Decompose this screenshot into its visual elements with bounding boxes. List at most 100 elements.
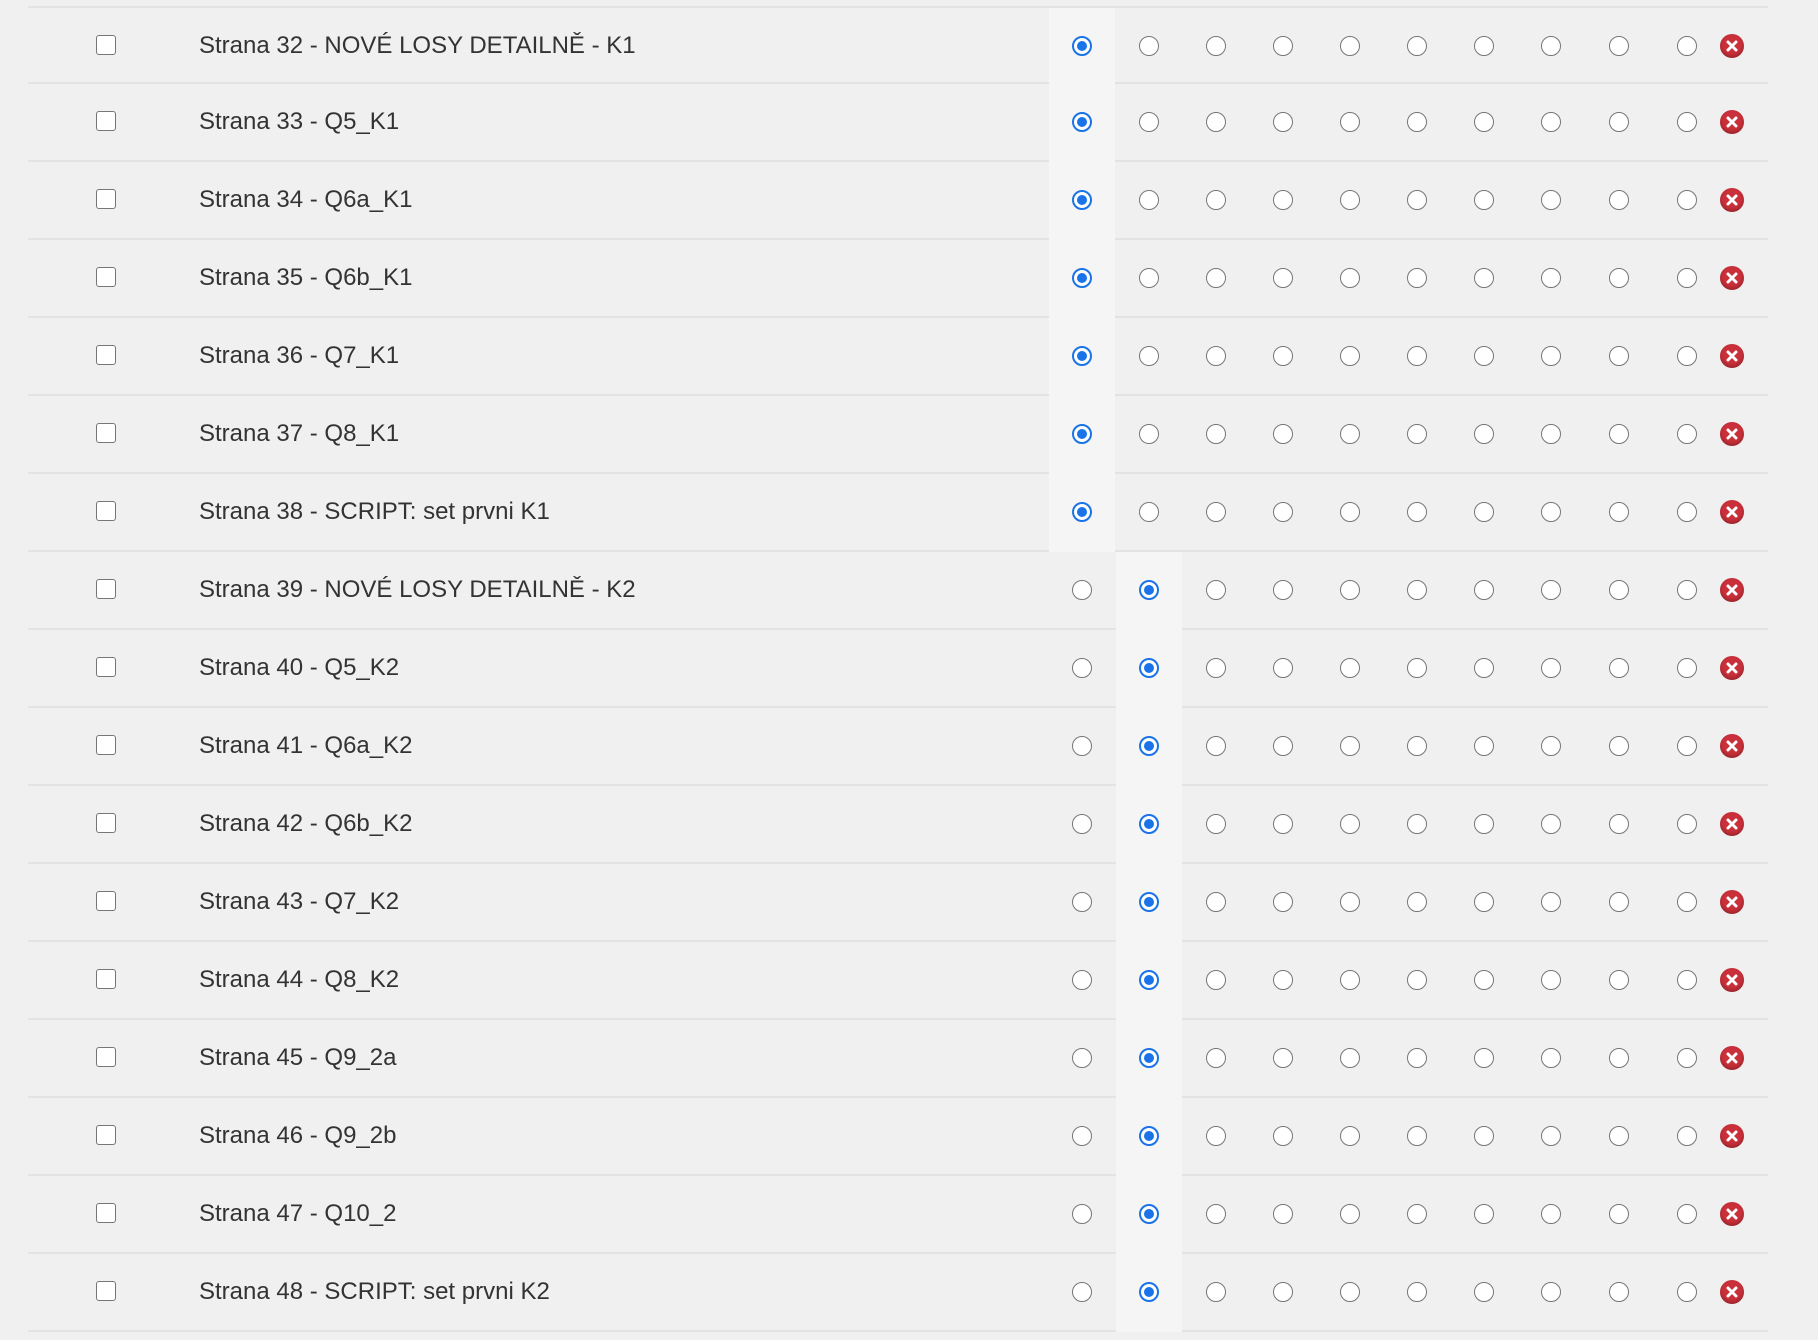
group-radio-2[interactable] [1139,346,1159,366]
group-radio-8[interactable] [1541,736,1561,756]
group-radio-9[interactable] [1609,1204,1629,1224]
group-radio-9[interactable] [1609,1048,1629,1068]
group-radio-7[interactable] [1474,36,1494,56]
group-radio-4[interactable] [1273,970,1293,990]
group-radio-4[interactable] [1273,1048,1293,1068]
group-radio-7[interactable] [1474,892,1494,912]
group-radio-4[interactable] [1273,580,1293,600]
group-radio-4[interactable] [1273,424,1293,444]
group-radio-2[interactable] [1139,36,1159,56]
group-radio-2[interactable] [1139,502,1159,522]
group-radio-6[interactable] [1407,1204,1427,1224]
group-radio-4[interactable] [1273,892,1293,912]
group-radio-3[interactable] [1206,970,1226,990]
group-radio-10[interactable] [1677,36,1697,56]
row-checkbox[interactable] [96,1047,116,1067]
group-radio-4[interactable] [1273,658,1293,678]
group-radio-6[interactable] [1407,1126,1427,1146]
group-radio-2[interactable] [1139,424,1159,444]
group-radio-1[interactable] [1072,346,1092,366]
group-radio-7[interactable] [1474,814,1494,834]
group-radio-1[interactable] [1072,658,1092,678]
delete-icon[interactable] [1720,266,1744,290]
delete-icon[interactable] [1720,34,1744,58]
group-radio-3[interactable] [1206,580,1226,600]
group-radio-10[interactable] [1677,346,1697,366]
group-radio-6[interactable] [1407,970,1427,990]
group-radio-5[interactable] [1340,1204,1360,1224]
group-radio-9[interactable] [1609,112,1629,132]
group-radio-6[interactable] [1407,346,1427,366]
group-radio-8[interactable] [1541,892,1561,912]
group-radio-10[interactable] [1677,970,1697,990]
group-radio-6[interactable] [1407,268,1427,288]
group-radio-8[interactable] [1541,36,1561,56]
group-radio-8[interactable] [1541,970,1561,990]
delete-icon[interactable] [1720,344,1744,368]
delete-icon[interactable] [1720,110,1744,134]
group-radio-9[interactable] [1609,502,1629,522]
group-radio-10[interactable] [1677,502,1697,522]
group-radio-1[interactable] [1072,112,1092,132]
group-radio-9[interactable] [1609,424,1629,444]
group-radio-3[interactable] [1206,268,1226,288]
group-radio-7[interactable] [1474,502,1494,522]
group-radio-6[interactable] [1407,814,1427,834]
group-radio-8[interactable] [1541,658,1561,678]
group-radio-10[interactable] [1677,1048,1697,1068]
group-radio-1[interactable] [1072,1204,1092,1224]
group-radio-5[interactable] [1340,424,1360,444]
group-radio-8[interactable] [1541,346,1561,366]
delete-icon[interactable] [1720,1202,1744,1226]
group-radio-2[interactable] [1139,580,1159,600]
row-checkbox[interactable] [96,579,116,599]
group-radio-9[interactable] [1609,658,1629,678]
group-radio-10[interactable] [1677,190,1697,210]
row-checkbox[interactable] [96,657,116,677]
group-radio-9[interactable] [1609,346,1629,366]
group-radio-10[interactable] [1677,658,1697,678]
group-radio-8[interactable] [1541,112,1561,132]
group-radio-1[interactable] [1072,36,1092,56]
group-radio-2[interactable] [1139,814,1159,834]
group-radio-6[interactable] [1407,424,1427,444]
group-radio-7[interactable] [1474,580,1494,600]
group-radio-2[interactable] [1139,658,1159,678]
group-radio-4[interactable] [1273,268,1293,288]
row-checkbox[interactable] [96,267,116,287]
group-radio-7[interactable] [1474,268,1494,288]
group-radio-7[interactable] [1474,1204,1494,1224]
group-radio-3[interactable] [1206,814,1226,834]
group-radio-7[interactable] [1474,346,1494,366]
group-radio-3[interactable] [1206,736,1226,756]
row-checkbox[interactable] [96,735,116,755]
group-radio-8[interactable] [1541,1126,1561,1146]
group-radio-2[interactable] [1139,190,1159,210]
row-checkbox[interactable] [96,35,116,55]
group-radio-3[interactable] [1206,892,1226,912]
group-radio-9[interactable] [1609,190,1629,210]
group-radio-5[interactable] [1340,1048,1360,1068]
group-radio-5[interactable] [1340,190,1360,210]
group-radio-2[interactable] [1139,970,1159,990]
group-radio-6[interactable] [1407,112,1427,132]
group-radio-4[interactable] [1273,736,1293,756]
group-radio-3[interactable] [1206,112,1226,132]
group-radio-10[interactable] [1677,1126,1697,1146]
group-radio-6[interactable] [1407,736,1427,756]
group-radio-5[interactable] [1340,1126,1360,1146]
group-radio-7[interactable] [1474,970,1494,990]
row-checkbox[interactable] [96,423,116,443]
group-radio-8[interactable] [1541,1282,1561,1302]
row-checkbox[interactable] [96,189,116,209]
delete-icon[interactable] [1720,968,1744,992]
group-radio-7[interactable] [1474,190,1494,210]
group-radio-4[interactable] [1273,112,1293,132]
delete-icon[interactable] [1720,1124,1744,1148]
group-radio-4[interactable] [1273,1126,1293,1146]
group-radio-10[interactable] [1677,736,1697,756]
group-radio-1[interactable] [1072,580,1092,600]
group-radio-4[interactable] [1273,346,1293,366]
delete-icon[interactable] [1720,422,1744,446]
group-radio-3[interactable] [1206,190,1226,210]
